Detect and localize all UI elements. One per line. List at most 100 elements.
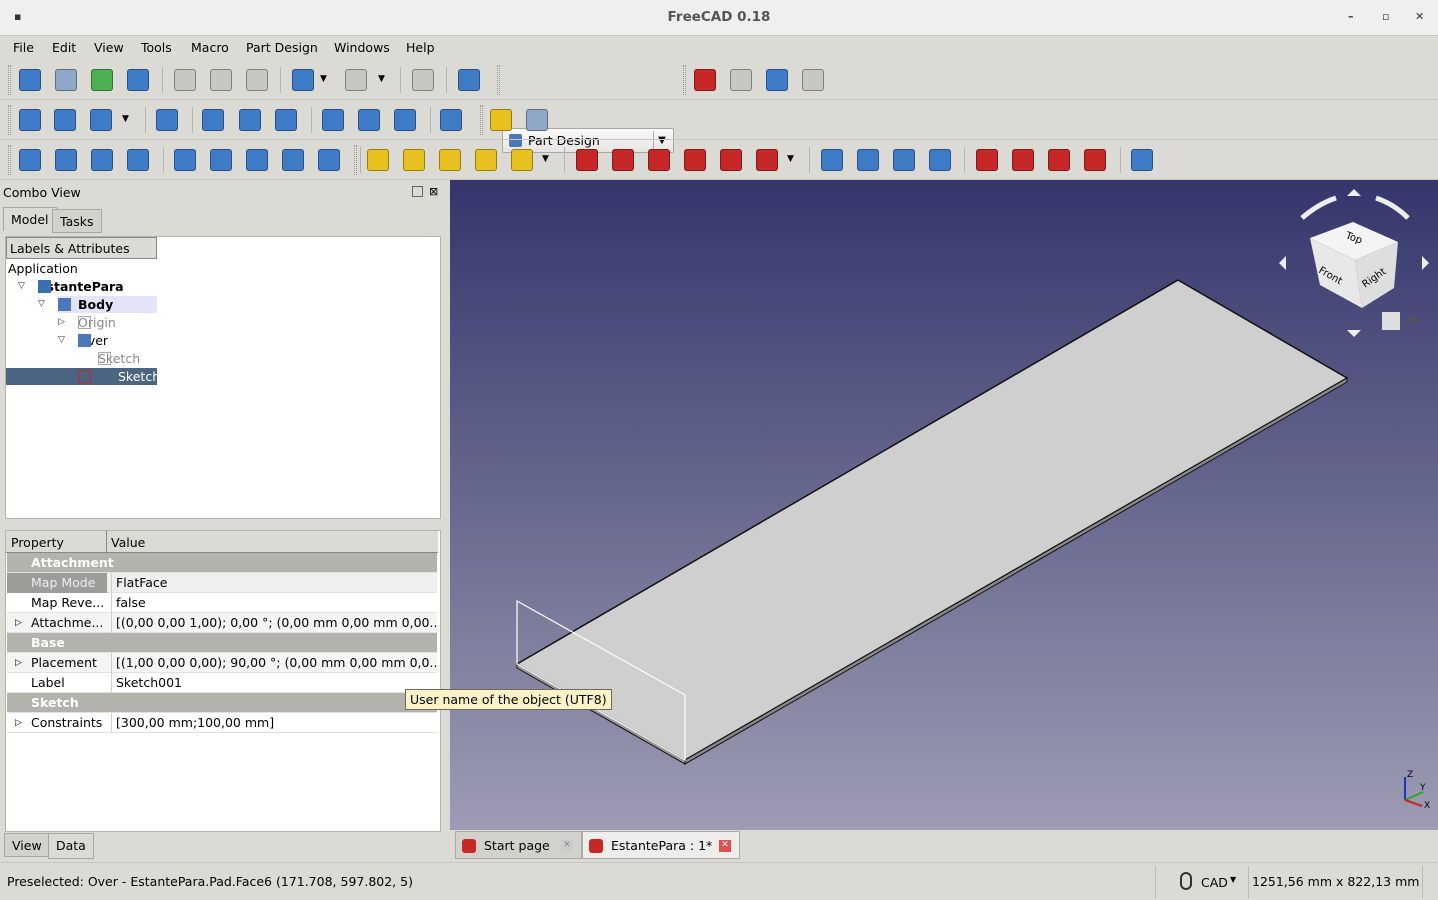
multitransform-icon[interactable]: [929, 149, 951, 171]
draw-style-icon[interactable]: [90, 109, 112, 131]
float-icon[interactable]: [412, 186, 423, 197]
new-file-icon[interactable]: [19, 69, 41, 91]
property-row[interactable]: Label Sketch001: [7, 673, 437, 693]
undo-icon[interactable]: [292, 69, 314, 91]
validate-sketch-icon[interactable]: [91, 149, 113, 171]
toolbar-handle[interactable]: [497, 65, 500, 95]
menu-file[interactable]: File: [13, 40, 34, 55]
value-column-header[interactable]: Value: [106, 531, 149, 553]
property-value[interactable]: [(1,00 0,00 0,00); 90,00 °; (0,00 mm 0,0…: [111, 653, 437, 673]
tab-view[interactable]: View: [4, 833, 50, 857]
toolbar-handle[interactable]: [8, 65, 11, 95]
property-value[interactable]: [(0,00 0,00 1,00); 0,00 °; (0,00 mm 0,00…: [111, 613, 437, 633]
tab-data[interactable]: Data: [48, 833, 94, 859]
create-sketch-icon[interactable]: [55, 149, 77, 171]
menu-edit[interactable]: Edit: [52, 40, 76, 55]
navigation-cube[interactable]: Top Front Right: [1279, 189, 1429, 337]
expand-arrow-icon[interactable]: ▷: [58, 317, 65, 327]
3d-scene[interactable]: Top Front Right Z Y X: [450, 180, 1438, 830]
menu-tools[interactable]: Tools: [141, 40, 172, 55]
datum-plane-icon[interactable]: [246, 149, 268, 171]
toolbar-handle[interactable]: [354, 145, 357, 175]
fit-all-icon[interactable]: [19, 109, 41, 131]
record-macro-icon[interactable]: [694, 69, 716, 91]
refresh-icon[interactable]: [412, 69, 434, 91]
menu-macro[interactable]: Macro: [191, 40, 229, 55]
top-view-icon[interactable]: [239, 109, 261, 131]
menu-help[interactable]: Help: [406, 40, 435, 55]
polar-pattern-icon[interactable]: [893, 149, 915, 171]
minimize-button[interactable]: –: [1348, 10, 1354, 23]
chamfer-icon[interactable]: [1012, 149, 1034, 171]
additive-pipe-icon[interactable]: [475, 149, 497, 171]
tree-item[interactable]: Application: [8, 260, 78, 277]
subtractive-loft-icon[interactable]: [684, 149, 706, 171]
group-icon[interactable]: [526, 109, 548, 131]
groove-icon[interactable]: [648, 149, 670, 171]
subtractive-pipe-icon[interactable]: [720, 149, 742, 171]
chevron-down-icon[interactable]: ▼: [378, 74, 385, 84]
expand-arrow-icon[interactable]: ▷: [15, 713, 22, 733]
boolean-icon[interactable]: [1131, 149, 1153, 171]
print-icon[interactable]: [127, 69, 149, 91]
doc-tab[interactable]: Start page ✕: [455, 831, 582, 859]
close-tab-icon[interactable]: ✕: [719, 840, 731, 852]
copy-icon[interactable]: [210, 69, 232, 91]
thickness-icon[interactable]: [1084, 149, 1106, 171]
property-row[interactable]: Constraints [300,00 mm;100,00 mm] ▷: [7, 713, 437, 733]
toolbar-handle[interactable]: [480, 105, 483, 135]
maximize-button[interactable]: ▫: [1382, 10, 1389, 23]
property-row[interactable]: Map Mode FlatFace: [7, 573, 437, 593]
property-row[interactable]: Placement [(1,00 0,00 0,00); 90,00 °; (0,…: [7, 653, 437, 673]
front-view-icon[interactable]: [202, 109, 224, 131]
local-cs-icon[interactable]: [282, 149, 304, 171]
tab-tasks[interactable]: Tasks: [52, 209, 102, 233]
menu-part-design[interactable]: Part Design: [246, 40, 318, 55]
mirrored-icon[interactable]: [821, 149, 843, 171]
hole-icon[interactable]: [612, 149, 634, 171]
menu-windows[interactable]: Windows: [334, 40, 390, 55]
measure-icon[interactable]: [440, 109, 462, 131]
run-macro-icon[interactable]: [802, 69, 824, 91]
edit-macro-icon[interactable]: [766, 69, 788, 91]
stop-macro-icon[interactable]: [730, 69, 752, 91]
chevron-down-icon[interactable]: ▼: [320, 74, 327, 84]
save-icon[interactable]: [91, 69, 113, 91]
property-group[interactable]: Base: [7, 633, 437, 653]
isometric-view-icon[interactable]: [156, 109, 178, 131]
close-tab-icon[interactable]: ✕: [561, 840, 573, 852]
shape-binder-icon[interactable]: [127, 149, 149, 171]
left-view-icon[interactable]: [394, 109, 416, 131]
fillet-icon[interactable]: [976, 149, 998, 171]
subtractive-primitive-icon[interactable]: [756, 149, 778, 171]
draft-icon[interactable]: [1048, 149, 1070, 171]
paste-icon[interactable]: [246, 69, 268, 91]
fit-selection-icon[interactable]: [54, 109, 76, 131]
open-file-icon[interactable]: [55, 69, 77, 91]
close-button[interactable]: ✕: [1415, 10, 1424, 23]
tree-item[interactable]: Body: [58, 296, 157, 313]
toolbar-handle[interactable]: [683, 65, 686, 95]
right-view-icon[interactable]: [275, 109, 297, 131]
cut-icon[interactable]: [174, 69, 196, 91]
property-value[interactable]: Sketch001: [111, 673, 437, 693]
tab-model[interactable]: Model: [3, 207, 57, 231]
additive-loft-icon[interactable]: [439, 149, 461, 171]
collapse-arrow-icon[interactable]: ▽: [18, 281, 25, 291]
property-value[interactable]: [300,00 mm;100,00 mm]: [111, 713, 437, 733]
navigation-style-button[interactable]: CAD ▼: [1155, 866, 1246, 898]
revolution-icon[interactable]: [403, 149, 425, 171]
part-icon[interactable]: [490, 109, 512, 131]
whats-this-icon[interactable]: [458, 69, 480, 91]
property-group[interactable]: Attachment: [7, 553, 437, 573]
property-row[interactable]: Attachme... [(0,00 0,00 1,00); 0,00 °; (0…: [7, 613, 437, 633]
pocket-icon[interactable]: [576, 149, 598, 171]
chevron-down-icon[interactable]: ▼: [542, 154, 549, 164]
rear-view-icon[interactable]: [322, 109, 344, 131]
bottom-view-icon[interactable]: [358, 109, 380, 131]
property-group[interactable]: Sketch: [7, 693, 437, 713]
chevron-down-icon[interactable]: ▼: [787, 154, 794, 164]
property-value[interactable]: FlatFace: [111, 573, 437, 593]
linear-pattern-icon[interactable]: [857, 149, 879, 171]
create-body-icon[interactable]: [19, 149, 41, 171]
